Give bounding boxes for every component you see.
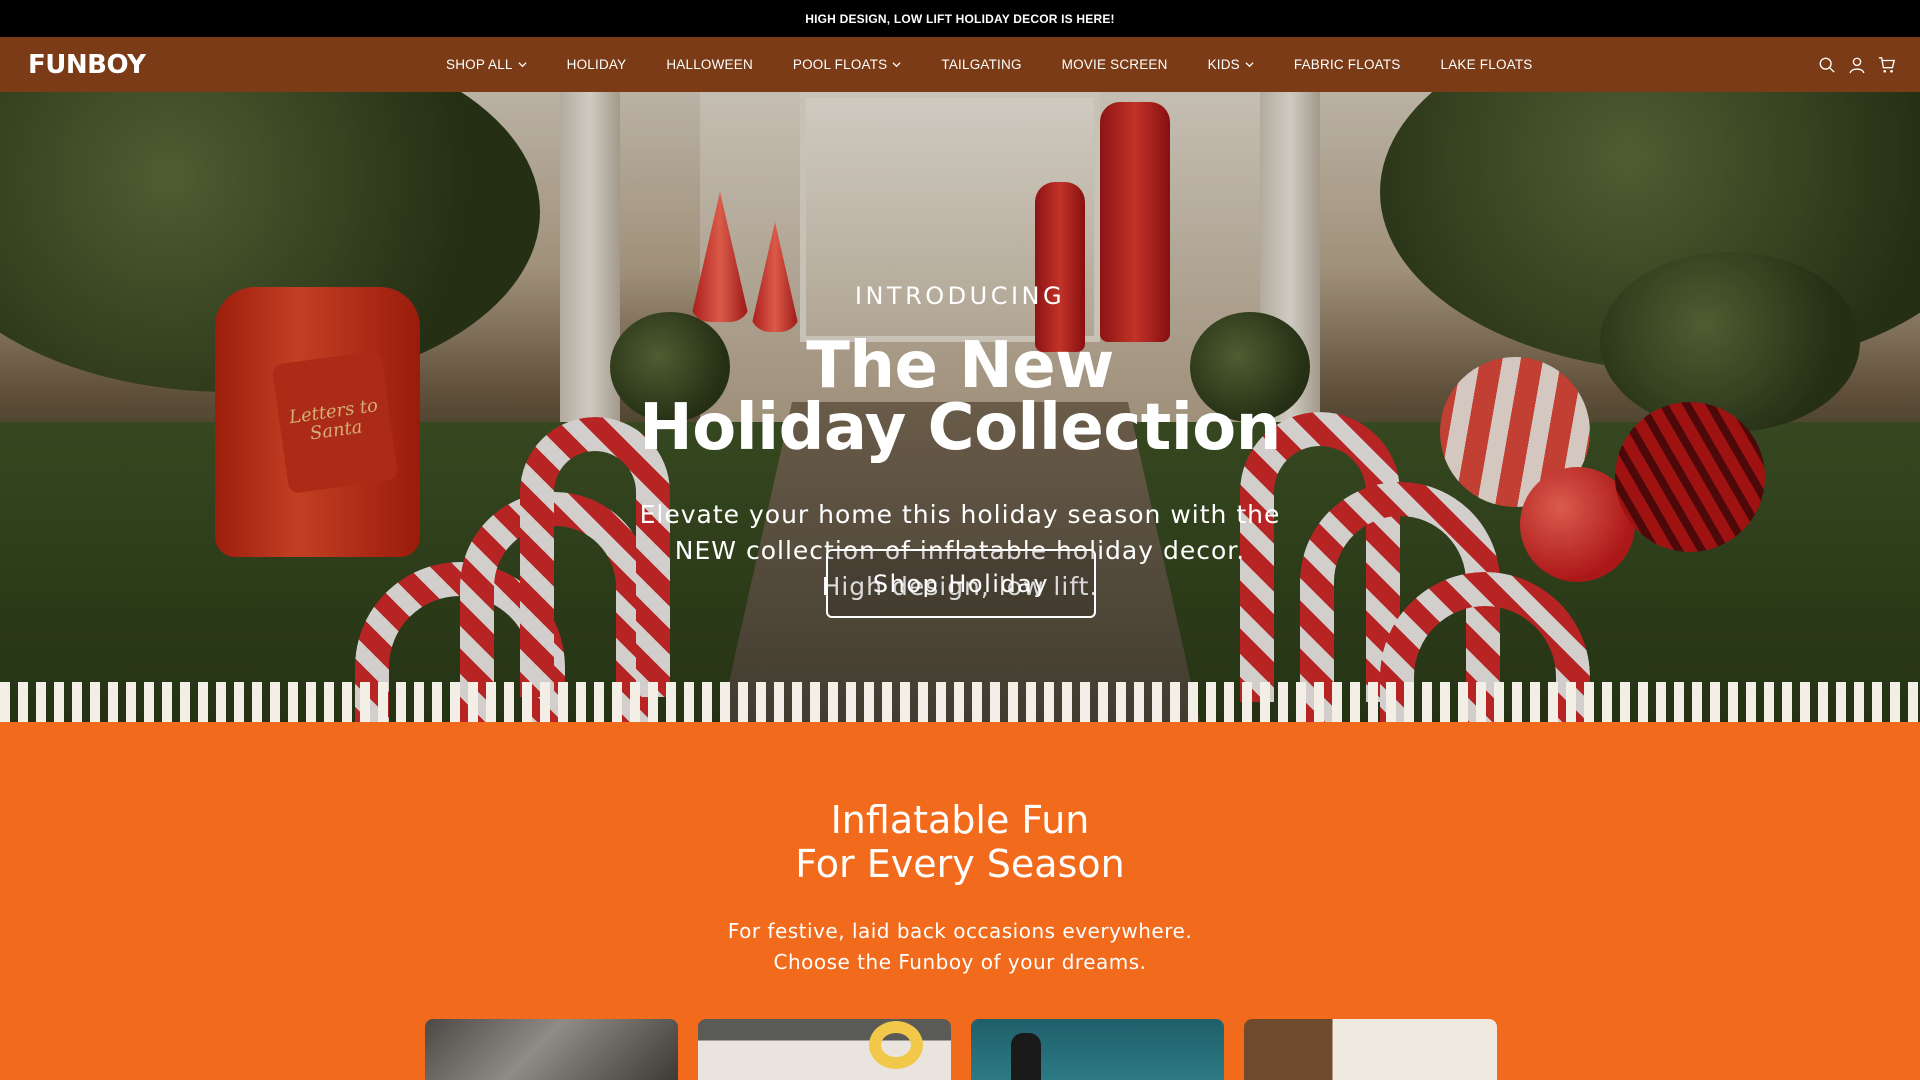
person-image — [1011, 1033, 1041, 1080]
nav-label: LAKE FLOATS — [1440, 57, 1533, 72]
nav-item-shop-all[interactable]: SHOP ALL — [446, 57, 527, 72]
section-subtitle-line: For festive, laid back occasions everywh… — [727, 919, 1193, 943]
section-title-line: For Every Season — [795, 842, 1125, 886]
nav-item-lake-floats[interactable]: LAKE FLOATS — [1441, 57, 1533, 72]
nav-label: HOLIDAY — [566, 57, 627, 72]
hero-title: The New Holiday Collection — [0, 329, 1920, 465]
hero-eyebrow: INTRODUCING — [854, 282, 1066, 310]
main-nav: SHOP ALL HOLIDAY HALLOWEEN POOL FLOATS T… — [446, 37, 1573, 92]
chevron-down-icon — [892, 62, 901, 68]
category-card[interactable] — [425, 1019, 678, 1080]
announcement-text: HIGH DESIGN, LOW LIFT HOLIDAY DECOR IS H… — [805, 11, 1115, 26]
brand-logo[interactable]: FUNBOY — [28, 50, 146, 80]
nav-item-movie-screen[interactable]: MOVIE SCREEN — [1062, 57, 1168, 72]
section-title: Inflatable Fun For Every Season — [0, 798, 1920, 886]
pool-ring-image — [869, 1021, 923, 1069]
category-section: Inflatable Fun For Every Season For fest… — [0, 762, 1920, 1080]
header-icons — [1818, 37, 1896, 92]
search-icon[interactable] — [1818, 56, 1836, 74]
hero-subtitle-line: Elevate your home this holiday season wi… — [639, 500, 1281, 529]
shop-holiday-button[interactable]: Shop Holiday — [826, 549, 1096, 618]
account-icon[interactable] — [1848, 56, 1866, 74]
nav-label: POOL FLOATS — [792, 57, 888, 72]
nav-label: HALLOWEEN — [666, 57, 753, 72]
section-subtitle: For festive, laid back occasions everywh… — [0, 916, 1920, 978]
cart-icon[interactable] — [1878, 56, 1896, 74]
category-card[interactable] — [971, 1019, 1224, 1080]
nav-item-fabric-floats[interactable]: FABRIC FLOATS — [1294, 57, 1401, 72]
nav-item-holiday[interactable]: HOLIDAY — [567, 57, 627, 72]
nav-item-tailgating[interactable]: TAILGATING — [941, 57, 1021, 72]
site-header: FUNBOY SHOP ALL HOLIDAY HALLOWEEN POOL F… — [0, 37, 1920, 92]
category-card[interactable] — [1244, 1019, 1497, 1080]
nav-item-kids[interactable]: KIDS — [1208, 57, 1254, 72]
section-subtitle-line: Choose the Funboy of your dreams. — [773, 950, 1147, 974]
hero-title-line: Holiday Collection — [639, 391, 1281, 465]
nav-label: SHOP ALL — [446, 57, 513, 72]
section-title-line: Inflatable Fun — [830, 798, 1090, 842]
chevron-down-icon — [1245, 62, 1254, 68]
category-card[interactable] — [698, 1019, 951, 1080]
hero-content: INTRODUCING The New Holiday Collection E… — [0, 92, 1920, 722]
nav-item-pool-floats[interactable]: POOL FLOATS — [793, 57, 901, 72]
chevron-down-icon — [518, 62, 527, 68]
nav-label: MOVIE SCREEN — [1061, 57, 1168, 72]
nav-label: FABRIC FLOATS — [1293, 57, 1401, 72]
category-cards — [425, 1019, 1497, 1080]
nav-label: KIDS — [1207, 57, 1240, 72]
nav-label: TAILGATING — [941, 57, 1022, 72]
hero-title-line: The New — [806, 329, 1114, 403]
nav-item-halloween[interactable]: HALLOWEEN — [666, 57, 753, 72]
announcement-bar: HIGH DESIGN, LOW LIFT HOLIDAY DECOR IS H… — [0, 0, 1920, 37]
